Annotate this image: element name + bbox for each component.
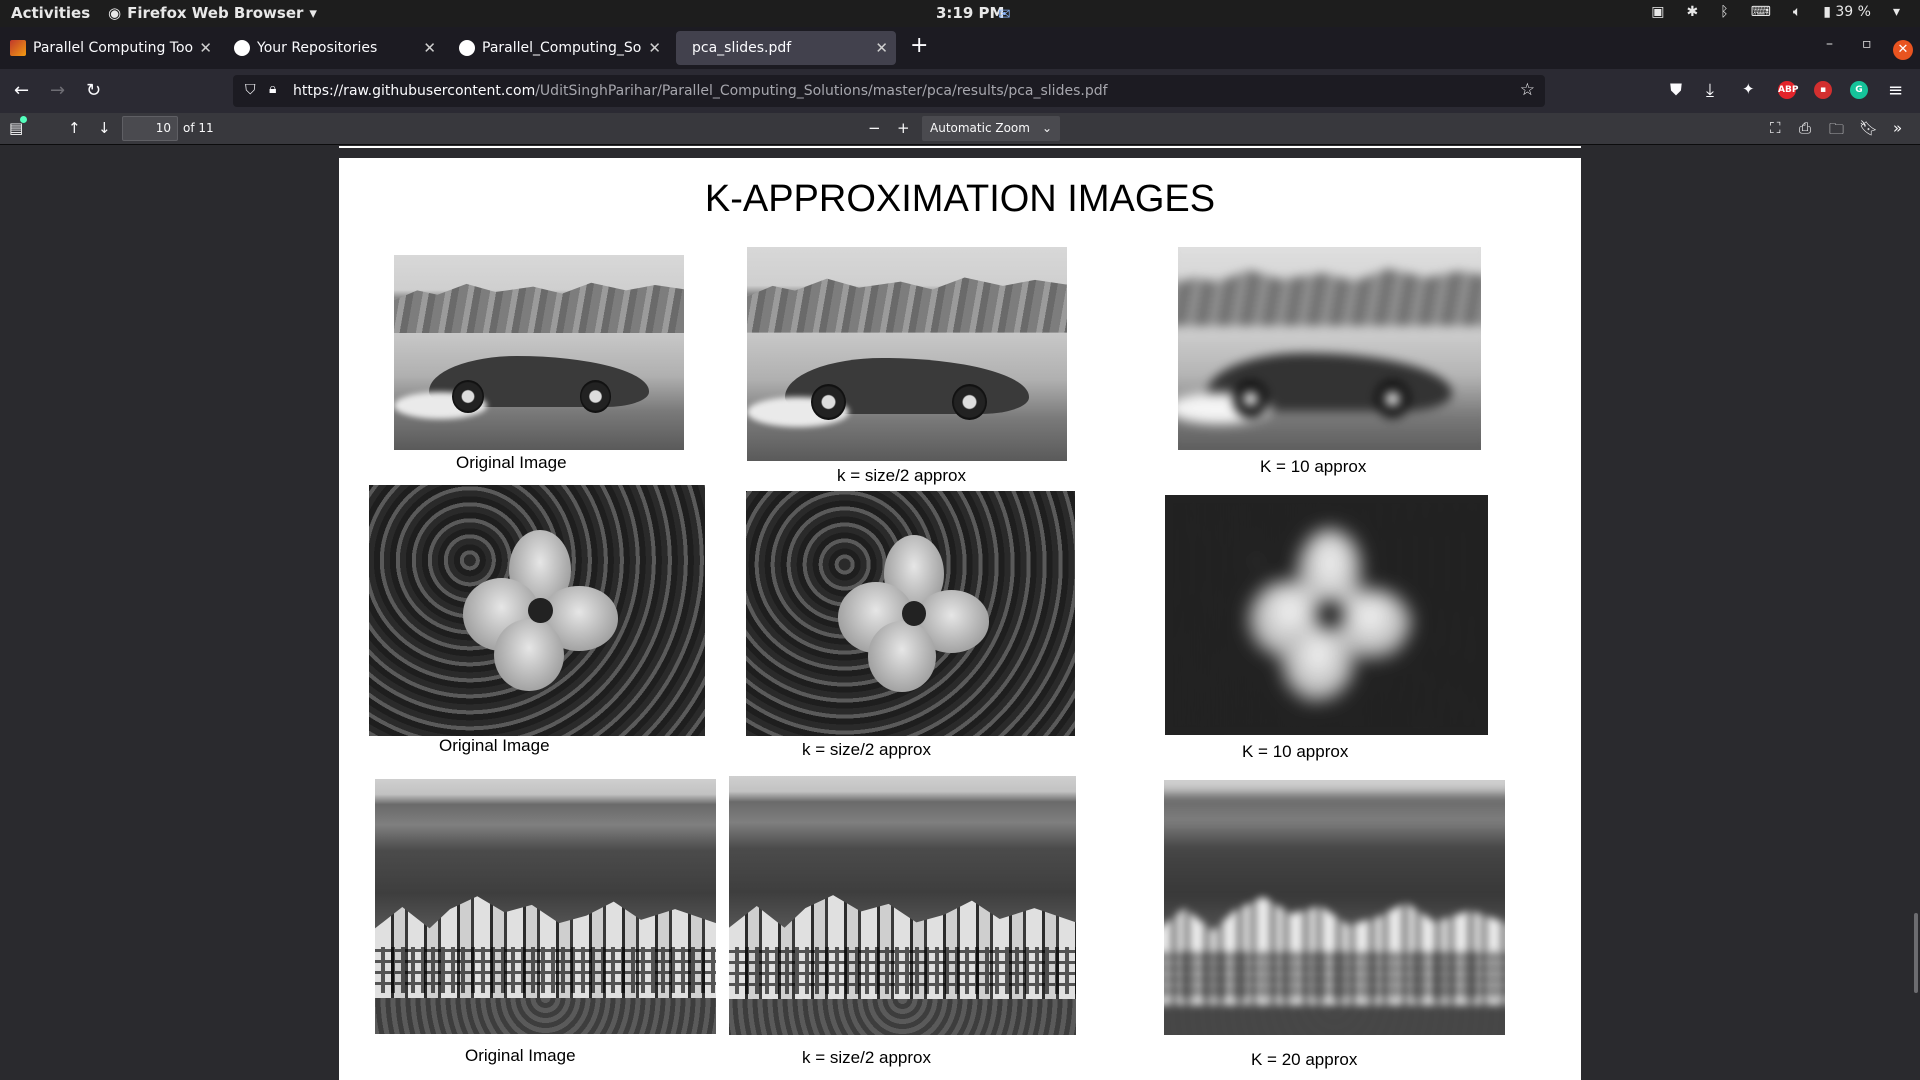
download-icon[interactable]: ⤓	[1706, 80, 1714, 101]
tab-title: Your Repositories	[257, 40, 378, 56]
abp-icon[interactable]: ABP	[1778, 81, 1798, 99]
page-count: of 11	[183, 121, 214, 135]
close-icon[interactable]: ✕	[875, 39, 888, 57]
open-file-icon[interactable]: 🗀︎	[1829, 119, 1844, 144]
shield-icon[interactable]: ⛉	[245, 82, 256, 98]
chevron-down-icon: ▾	[309, 4, 317, 22]
caption: K = 10 approx	[1260, 457, 1367, 476]
caption: K = 10 approx	[1242, 742, 1349, 761]
k-half-flower-image	[746, 491, 1075, 736]
tab-parallel-computing-solutions[interactable]: Parallel_Computing_Solutio ✕	[451, 31, 669, 65]
lock-icon[interactable]: 🔒︎	[269, 81, 276, 97]
keyboard-icon[interactable]: ⌨	[1751, 4, 1771, 20]
tab-parallel-computing-toolbox[interactable]: Parallel Computing Toolbox ✕	[2, 31, 220, 65]
mail-icon: ✉	[998, 5, 1011, 23]
zoom-in-icon[interactable]: +	[897, 119, 910, 137]
slack-icon[interactable]: ✱	[1686, 4, 1698, 20]
minimize-button[interactable]: –	[1826, 36, 1833, 52]
k-half-town-image	[729, 776, 1076, 1035]
caption: K = 20 approx	[1251, 1050, 1358, 1069]
chevron-down-icon[interactable]: ▾	[1893, 4, 1900, 20]
presentation-mode-icon[interactable]: ⛶	[1770, 119, 1781, 137]
reload-icon[interactable]: ↻	[86, 80, 101, 101]
pdf-toolbar: ▤ ↑ ↓ 10 of 11 − + Automatic Zoom ⌄ ⛶ ⎙ …	[0, 113, 1920, 145]
hamburger-menu-icon[interactable]: ≡	[1888, 80, 1903, 101]
previous-page-edge	[339, 146, 1581, 148]
bookmark-icon[interactable]: 🔖︎	[1859, 119, 1878, 137]
original-flower-image	[369, 485, 705, 736]
app-menu-label: Firefox Web Browser	[127, 4, 304, 22]
close-icon[interactable]: ✕	[423, 39, 436, 57]
slide-title: K-APPROXIMATION IMAGES	[704, 178, 1216, 220]
url-bar[interactable]: ⛉ 🔒︎ https://raw.githubusercontent.com/U…	[233, 75, 1545, 107]
zoom-out-icon[interactable]: −	[868, 119, 881, 137]
app-menu[interactable]: ◉ Firefox Web Browser ▾	[108, 4, 317, 22]
firefox-icon: ◉	[108, 4, 122, 22]
print-icon[interactable]: ⎙	[1799, 119, 1811, 137]
k10-car-image	[1178, 247, 1481, 450]
next-page-icon[interactable]: ↓	[98, 119, 111, 137]
lock-ext-icon[interactable]: ▪	[1814, 81, 1832, 99]
caption: Original Image	[456, 453, 567, 472]
new-tab-button[interactable]: +	[910, 33, 928, 58]
github-icon	[459, 40, 475, 56]
tools-chevron-icon[interactable]: »	[1893, 119, 1902, 137]
scrollbar-thumb[interactable]	[1914, 913, 1918, 993]
tab-title: pca_slides.pdf	[692, 40, 792, 56]
extension-puzzle-icon[interactable]: ✦	[1742, 80, 1755, 98]
grammarly-icon[interactable]: G	[1850, 81, 1868, 99]
previous-page-icon[interactable]: ↑	[68, 119, 81, 137]
maximize-button[interactable]: ▫	[1862, 36, 1872, 52]
caption: k = size/2 approx	[802, 740, 931, 759]
original-car-image	[394, 255, 684, 450]
caption: Original Image	[465, 1046, 576, 1065]
github-icon	[234, 40, 250, 56]
clock[interactable]: 3:19 PM	[936, 4, 1004, 22]
notification-dot	[20, 116, 27, 123]
tab-your-repositories[interactable]: Your Repositories ✕	[226, 31, 444, 65]
page-number-input[interactable]: 10	[122, 116, 178, 141]
k-half-car-image	[747, 247, 1067, 461]
chevron-down-icon: ⌄	[1041, 121, 1052, 135]
tab-title: Parallel_Computing_Solutio	[482, 40, 642, 56]
bookmark-star-icon[interactable]: ☆	[1520, 80, 1535, 100]
pocket-icon[interactable]: ⛊	[1670, 80, 1682, 100]
url-host: https://raw.githubusercontent.com	[293, 83, 536, 99]
zoom-select-value: Automatic Zoom	[930, 121, 1030, 135]
battery-status[interactable]: ▮ 39 %	[1823, 4, 1871, 20]
battery-label: 39 %	[1835, 4, 1871, 20]
k10-flower-image	[1165, 495, 1488, 735]
pdf-viewer[interactable]: K-APPROXIMATION IMAGES Original Image k …	[0, 146, 1920, 1080]
back-arrow-icon[interactable]: ←	[14, 80, 29, 101]
battery-icon: ▮	[1823, 4, 1831, 20]
forward-arrow-icon[interactable]: →	[50, 80, 65, 101]
navigation-toolbar: ← → ↻ ⛉ 🔒︎ https://raw.githubusercontent…	[0, 69, 1920, 113]
k20-town-image	[1164, 780, 1505, 1035]
close-icon[interactable]: ✕	[199, 39, 212, 57]
window-close-button[interactable]: ✕	[1893, 40, 1913, 60]
caption: k = size/2 approx	[837, 466, 966, 485]
close-icon[interactable]: ✕	[648, 39, 661, 57]
tab-strip: Parallel Computing Toolbox ✕ Your Reposi…	[0, 27, 1920, 69]
volume-icon[interactable]: 🔈︎	[1793, 4, 1801, 20]
teams-icon[interactable]: ▣	[1651, 4, 1664, 20]
tab-pca-slides[interactable]: pca_slides.pdf ✕	[676, 31, 896, 65]
original-town-image	[375, 779, 716, 1034]
url-path: /UditSinghParihar/Parallel_Computing_Sol…	[535, 83, 1108, 99]
pdf-page: K-APPROXIMATION IMAGES Original Image k …	[339, 158, 1581, 1080]
activities-button[interactable]: Activities	[11, 4, 90, 22]
tab-title: Parallel Computing Toolbox	[33, 40, 194, 56]
caption: Original Image	[439, 736, 550, 755]
url-text[interactable]: https://raw.githubusercontent.com/UditSi…	[293, 83, 1108, 99]
zoom-select[interactable]: Automatic Zoom ⌄	[922, 116, 1060, 141]
bluetooth-icon[interactable]: ᛒ	[1720, 4, 1728, 20]
system-top-bar: Activities ◉ Firefox Web Browser ▾ 3:19 …	[0, 0, 1920, 27]
system-tray[interactable]: ▣ ✱ ᛒ ⌨ 🔈︎ ▮ 39 % ▾	[1651, 4, 1900, 20]
matlab-icon	[10, 40, 26, 56]
caption: k = size/2 approx	[802, 1048, 931, 1067]
